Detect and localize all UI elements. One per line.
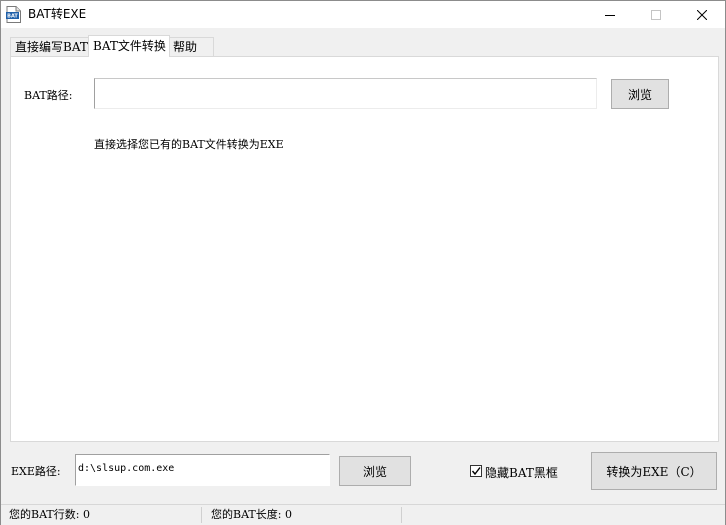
close-button[interactable] [679,1,725,28]
app-window: BAT BAT转EXE 直接编写BAT BAT文件转换 帮助 BAT路径: 浏览… [0,0,726,525]
convert-to-exe-button[interactable]: 转换为EXE（C） [591,452,717,490]
exe-browse-button[interactable]: 浏览 [339,456,411,486]
bat-browse-button[interactable]: 浏览 [611,79,669,109]
tab-label: 帮助 [173,40,198,54]
status-separator [201,507,202,523]
bat-hint-text: 直接选择您已有的BAT文件转换为EXE [94,138,284,151]
bat-convert-panel: BAT路径: 浏览 直接选择您已有的BAT文件转换为EXE [10,56,719,442]
tab-label: BAT文件转换 [93,39,166,53]
close-icon [697,9,707,20]
maximize-button[interactable] [633,1,679,28]
exe-path-input[interactable]: d:\slsup.com.exe [75,454,330,486]
bat-path-input[interactable] [94,78,597,109]
status-length: 您的BAT长度: 0 [211,508,292,521]
bat-path-label: BAT路径: [24,89,73,102]
tab-bat-convert[interactable]: BAT文件转换 [88,35,170,57]
minimize-icon [605,14,615,16]
exe-path-label: EXE路径: [11,465,61,478]
status-separator [401,507,402,523]
tab-label: 直接编写BAT [15,40,88,54]
minimize-button[interactable] [587,1,633,28]
button-label: 浏览 [362,464,387,479]
tab-help[interactable]: 帮助 [168,37,214,56]
status-line-count: 您的BAT行数: 0 [9,508,90,521]
checkmark-icon [471,467,481,476]
bat-icon-label: BAT [7,14,18,20]
status-bar: 您的BAT行数: 0 您的BAT长度: 0 [1,504,725,525]
hide-console-checkbox[interactable] [470,465,482,477]
button-label: 浏览 [627,87,652,102]
maximize-icon [651,9,661,20]
hide-console-label[interactable]: 隐藏BAT黑框 [485,464,558,481]
bat-file-icon: BAT [6,6,21,23]
title-bar[interactable]: BAT BAT转EXE [1,1,725,28]
tab-write-bat[interactable]: 直接编写BAT [10,37,90,56]
window-title: BAT转EXE [28,7,87,21]
button-label: 转换为EXE（C） [606,464,702,479]
